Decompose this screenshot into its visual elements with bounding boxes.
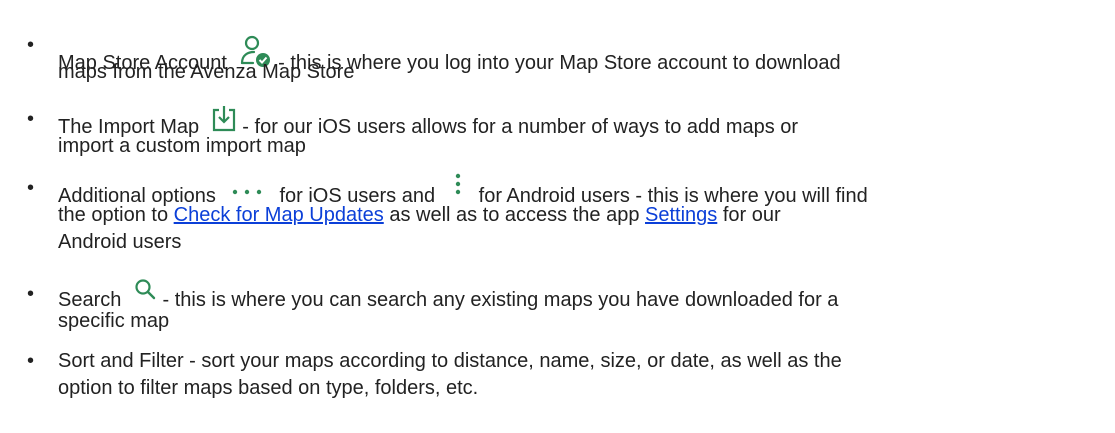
item-line-1: The Import Map - for our iOS users allow…	[58, 106, 799, 138]
item-description: - this is where you can search any exist…	[162, 289, 839, 311]
item-description-cont: import a custom import map	[58, 135, 306, 157]
item-line-2: the option to Check for Map Updates as w…	[58, 204, 781, 226]
item-line-3: Android users	[58, 231, 181, 253]
item-description: - this is where you log into your Map St…	[278, 52, 841, 74]
bullet: •	[27, 34, 35, 56]
item-line-1: Additional options for iOS users and for…	[58, 173, 868, 207]
check-for-map-updates-link[interactable]: Check for Map Updates	[174, 204, 384, 226]
search-icon	[133, 277, 157, 305]
feature-list: • Map Store Account - this is where you …	[0, 0, 1115, 433]
bullet: •	[27, 350, 35, 372]
item-lead: Sort and Filter - sort your maps accordi…	[58, 350, 842, 372]
item-lead: Search	[58, 289, 122, 311]
item-description-cont: option to filter maps based on type, fol…	[58, 377, 479, 399]
item-line-2: maps from the Avenza Map Store	[58, 61, 354, 83]
item-text: Android users	[58, 231, 182, 253]
item-line-2: import a custom import map	[58, 135, 306, 157]
settings-link[interactable]: Settings	[645, 204, 717, 226]
more-vertical-icon	[453, 171, 463, 201]
item-description: - for our iOS users allows for a number …	[242, 116, 799, 138]
item-text: the option to	[58, 204, 174, 226]
item-description-cont: maps from the Avenza Map Store	[58, 61, 355, 83]
import-icon	[211, 104, 237, 134]
item-line-1: Sort and Filter - sort your maps accordi…	[58, 350, 842, 372]
item-line-2: specific map	[58, 310, 169, 332]
item-text: as well as to access the app	[383, 204, 646, 226]
bullet: •	[27, 177, 35, 199]
bullet: •	[27, 283, 35, 305]
item-line-2: option to filter maps based on type, fol…	[58, 377, 478, 399]
bullet: •	[27, 108, 35, 130]
item-text: for our	[717, 204, 781, 226]
item-line-1: Search - this is where you can search an…	[58, 279, 839, 311]
item-description-cont: specific map	[58, 310, 170, 332]
